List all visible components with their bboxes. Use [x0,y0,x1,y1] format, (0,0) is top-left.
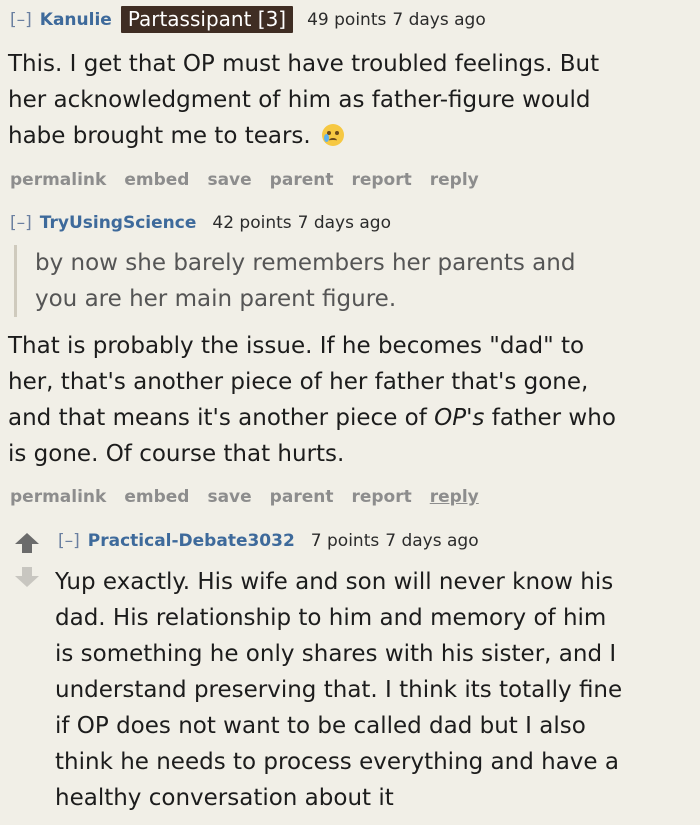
comment-line-text: father who [484,405,616,431]
reply-button[interactable]: reply [430,170,479,190]
comment-line: is something he only shares with his sis… [55,641,617,667]
author-link[interactable]: TryUsingScience [40,213,197,233]
comment-line-text: and that means it's another piece of [8,405,435,431]
comment-actions: permalink embed save parent report reply [10,170,497,190]
comment-line: Yup exactly. His wife and son will never… [55,569,614,595]
collapse-toggle[interactable]: [–] [10,213,32,233]
comment-actions: permalink embed save parent report reply [10,487,497,507]
author-link[interactable]: Practical-Debate3032 [88,531,295,551]
comment-time: 7 days ago [392,9,486,30]
comment-body: That is probably the issue. If he become… [8,328,698,472]
comment-line-text: habe brought me to tears. [8,123,311,149]
emphasis-text: OP's [434,405,485,431]
comment-score: 42 points [212,213,292,233]
collapse-toggle[interactable]: [–] [10,10,32,30]
quote-line: you are her main parent figure. [35,286,397,312]
comment-header: [–] TryUsingScience 42 points 7 days ago [10,213,391,233]
comment-line: is gone. Of course that hurts. [8,441,345,467]
comment-line: This. I get that OP must have troubled f… [8,51,600,77]
report-button[interactable]: report [351,487,411,507]
comment-score: 7 points [310,531,380,551]
comment-line: healthy conversation about it [55,785,394,811]
comment-line: That is probably the issue. If he become… [8,333,585,359]
embed-button[interactable]: embed [124,487,189,507]
comment-line: dad. His relationship to him and memory … [55,605,607,631]
comment-score: 49 points [307,9,387,30]
upvote-arrow-icon[interactable] [14,532,40,558]
quote-block: by now she barely remembers her parents … [14,245,695,317]
comment-line: her acknowledgment of him as father-figu… [8,87,591,113]
crying-face-icon [322,124,345,146]
comment-line: understand preserving that. I think its … [55,677,623,703]
comment-header: [–] Practical-Debate3032 7 points 7 days… [58,531,479,551]
comment-line: and that means it's another piece of OP'… [8,400,698,436]
save-button[interactable]: save [207,487,251,507]
parent-button[interactable]: parent [270,487,334,507]
quote-line: by now she barely remembers her parents … [35,250,576,276]
report-button[interactable]: report [351,170,411,190]
collapse-toggle[interactable]: [–] [58,531,80,551]
comment-line: her, that's another piece of her father … [8,369,589,395]
author-link[interactable]: Kanulie [40,10,112,30]
permalink-button[interactable]: permalink [10,170,106,190]
comment-line: if OP does not want to be called dad but… [55,713,586,739]
comment-time: 7 days ago [297,213,391,233]
embed-button[interactable]: embed [124,170,189,190]
comment-body: Yup exactly. His wife and son will never… [55,564,698,816]
reply-button[interactable]: reply [430,487,479,507]
comment-body: This. I get that OP must have troubled f… [8,46,698,154]
comment-line: think he needs to process everything and… [55,749,619,775]
comment-header: [–] Kanulie Partassipant [3] 49 points 7… [10,6,486,33]
comment-line: habe brought me to tears. [8,118,698,154]
comment-time: 7 days ago [385,531,479,551]
downvote-arrow-icon[interactable] [14,566,40,592]
save-button[interactable]: save [207,170,251,190]
user-flair: Partassipant [3] [120,6,294,33]
permalink-button[interactable]: permalink [10,487,106,507]
parent-button[interactable]: parent [270,170,334,190]
